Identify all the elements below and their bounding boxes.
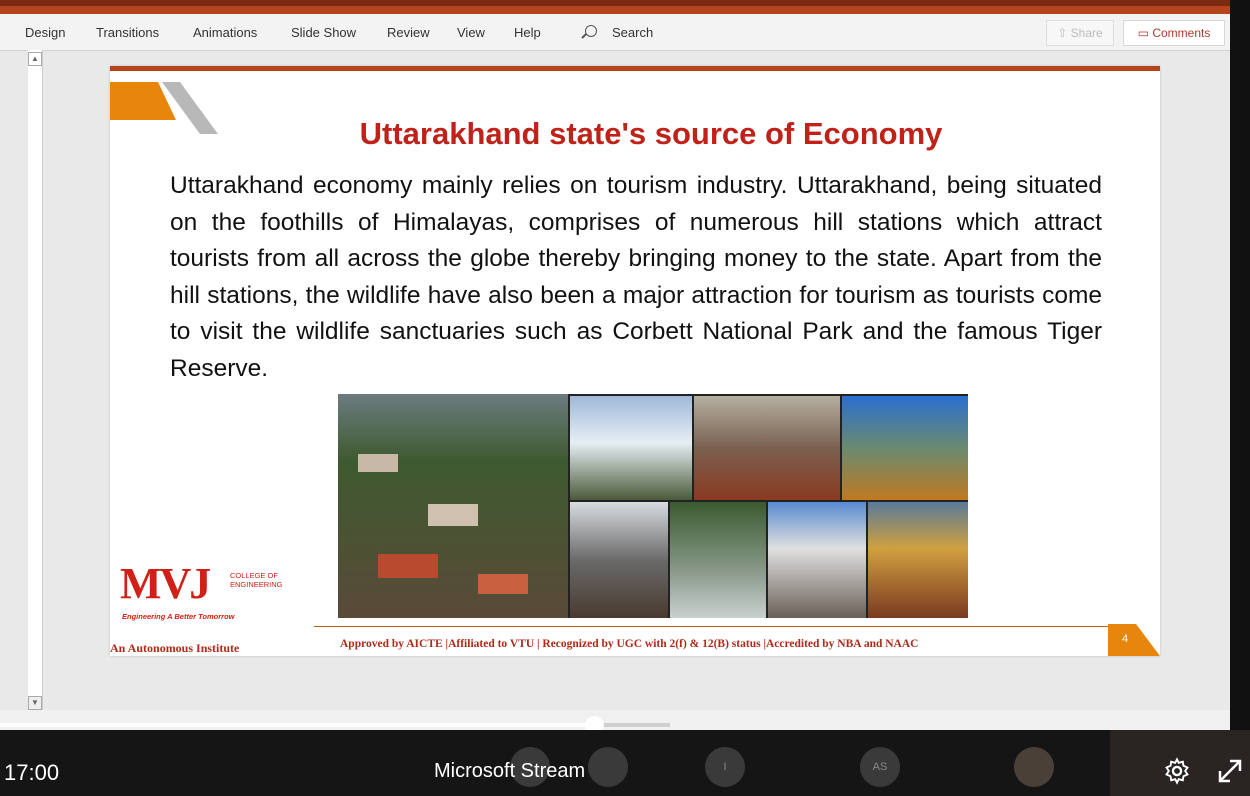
tab-transitions[interactable]: Transitions [96, 25, 159, 40]
photo-collage-graphic [338, 394, 968, 618]
participant-avatar-4: AS [860, 747, 900, 787]
gear-icon[interactable] [1163, 757, 1191, 785]
footer-autonomous: An Autonomous Institute [110, 641, 240, 655]
tab-animations[interactable]: Animations [193, 25, 257, 40]
search-box[interactable]: Search [612, 25, 653, 40]
scroll-up-arrow-icon[interactable]: ▲ [28, 52, 42, 66]
participant-avatar-2 [588, 747, 628, 787]
search-icon[interactable] [585, 25, 597, 37]
share-label: Share [1070, 26, 1103, 40]
logo-mark: MVJ [120, 559, 211, 608]
share-icon: ⇧ [1057, 26, 1071, 40]
tab-review[interactable]: Review [387, 25, 430, 40]
tourism-photo-collage [338, 394, 968, 618]
footer-rule [314, 626, 1112, 627]
logo-line-2: ENGINEERING [230, 579, 283, 589]
thumbnail-scrollbar[interactable]: ▲ [28, 50, 43, 710]
brand-label: Microsoft Stream [434, 760, 586, 782]
footer-accreditation: Approved by AICTE |Affiliated to VTU | R… [340, 638, 919, 650]
slide-top-rule [110, 66, 1160, 71]
tab-slide-show[interactable]: Slide Show [291, 25, 356, 40]
current-time: 17:00 [4, 760, 60, 785]
fullscreen-expand-icon[interactable] [1214, 755, 1246, 787]
powerpoint-status-bar [0, 710, 1230, 730]
right-dark-edge [1230, 0, 1250, 730]
college-logo: MVJ COLLEGE OF ENGINEERING Engineering A … [120, 558, 283, 623]
comment-icon: ▭ [1137, 26, 1153, 40]
slide-body-text: Uttarakhand economy mainly relies on tou… [170, 172, 1102, 382]
participant-avatar-3: I [705, 747, 745, 787]
tab-view[interactable]: View [457, 25, 485, 40]
window-top-strip [0, 0, 1250, 14]
slide-number: 4 [1122, 633, 1129, 645]
share-button[interactable]: ⇧ Share [1046, 20, 1114, 46]
seek-bar-played [0, 723, 595, 727]
stream-player-controls: 17:00 Microsoft Stream I AS [0, 730, 1250, 796]
comments-button[interactable]: ▭ Comments [1123, 20, 1225, 46]
slide-number-badge: 4 [1108, 624, 1160, 656]
comments-label: Comments [1152, 26, 1211, 40]
participant-avatar-5 [1014, 747, 1054, 787]
window-top-accent [0, 6, 1230, 14]
slide-number-shape [1108, 624, 1160, 656]
tab-help[interactable]: Help [514, 25, 541, 40]
tab-design[interactable]: Design [25, 25, 65, 40]
scroll-down-arrow-icon[interactable]: ▼ [28, 696, 42, 710]
slide-canvas[interactable]: Uttarakhand state's source of Economy Ut… [110, 66, 1160, 656]
slide-title: Uttarakhand state's source of Economy [359, 116, 943, 151]
ribbon-tabs: Design Transitions Animations Slide Show… [0, 14, 1230, 51]
logo-tagline: Engineering A Better Tomorrow [122, 612, 235, 621]
logo-college-name: COLLEGE OF ENGINEERING [230, 571, 283, 589]
